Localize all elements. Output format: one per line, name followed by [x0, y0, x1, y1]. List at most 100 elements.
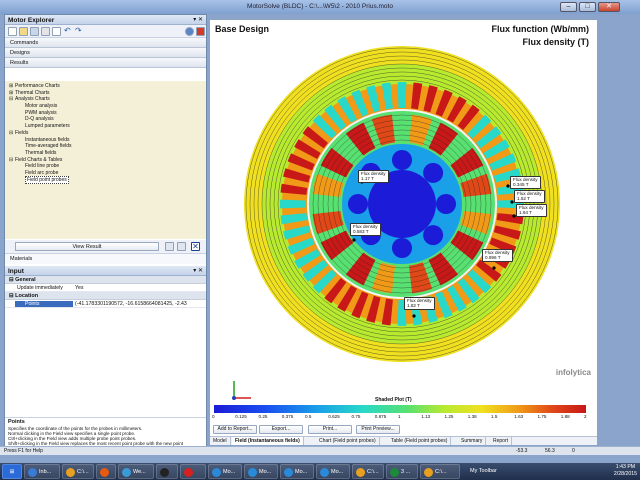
nav-designs[interactable]: Designs — [5, 48, 206, 58]
taskbar-item[interactable]: We... — [118, 464, 154, 479]
group-location[interactable]: ⊟ Location — [5, 292, 206, 300]
add-to-report-button[interactable]: Add to Report... — [213, 425, 257, 434]
explorer-header: Motor Explorer ▾ ✕ — [5, 15, 206, 25]
tab-field[interactable]: Field (Instantaneous fields) — [232, 437, 304, 445]
tab-report[interactable]: Report — [490, 437, 513, 445]
delete-icon[interactable] — [196, 27, 205, 36]
tree-item[interactable]: ⊞ Performance Charts — [5, 83, 206, 90]
probe-label[interactable]: Flux density 0.996 T — [482, 249, 513, 262]
help-icon[interactable] — [185, 27, 194, 36]
clock[interactable]: 1:43 PM 2/28/2015 — [614, 464, 637, 478]
shaded-plot-label: Shaded Plot (T) — [375, 397, 412, 403]
taskbar-item[interactable]: C:\... — [62, 464, 94, 479]
copy-result-icon[interactable] — [165, 242, 174, 251]
probe-label[interactable]: Flux density 1.94 T — [516, 204, 547, 217]
probe-label[interactable]: Flux density 1.52 T — [514, 190, 545, 203]
tree-item[interactable]: Motor analysis — [5, 103, 206, 110]
tree-item-label: PWM analysis — [25, 109, 57, 116]
tree-item[interactable]: ⊟ Fields — [5, 130, 206, 137]
group-general[interactable]: ⊟ General — [5, 276, 206, 284]
view-result-button[interactable]: View Result — [15, 242, 159, 251]
tree-item-label: Analysis Charts — [15, 96, 50, 103]
start-button[interactable]: ⊞ — [2, 464, 22, 479]
tree-item[interactable]: Instantaneous fields — [5, 137, 206, 144]
taskbar-item-label: C:\... — [435, 469, 447, 475]
tree-item[interactable]: PWM analysis — [5, 110, 206, 117]
taskbar-item[interactable] — [180, 464, 206, 479]
my-toolbar-label[interactable]: My Toolbar — [470, 468, 497, 474]
copy-icon[interactable] — [41, 27, 50, 36]
tab-model[interactable]: Model — [210, 437, 231, 445]
taskbar-item-label: C:\... — [367, 469, 379, 475]
status-z: 0 — [572, 448, 575, 454]
tree-item[interactable]: Thermal fields — [5, 150, 206, 157]
tree-item[interactable]: Field point probes — [5, 175, 206, 184]
maximize-button[interactable]: □ — [579, 2, 596, 12]
app-icon — [320, 468, 329, 477]
tab-summary[interactable]: Summary — [458, 437, 487, 445]
tab-table[interactable]: Table (Field point probes) — [388, 437, 452, 445]
tree-item[interactable]: Time-averaged fields — [5, 143, 206, 150]
colorbar-tick: 0.875 — [374, 414, 387, 419]
open-icon[interactable] — [19, 27, 28, 36]
tree-item[interactable]: ⊟ Field Charts & Tables — [5, 157, 206, 164]
rotor-hole — [348, 194, 368, 214]
view-tabs: Model Field (Instantaneous fields) Chart… — [210, 436, 597, 445]
points-row[interactable]: Points (-41.1783301190572, -16.6158664081… — [5, 300, 206, 308]
probe-label[interactable]: Flux density 0.345 T — [510, 176, 541, 189]
nav-results[interactable]: Results — [5, 58, 206, 68]
pin-icon[interactable]: ▾ ✕ — [193, 267, 203, 274]
taskbar-item[interactable]: Mo... — [244, 464, 278, 479]
colorbar-tick: 0.125 — [235, 414, 247, 419]
taskbar-item[interactable]: C:\... — [352, 464, 384, 479]
save-icon[interactable] — [30, 27, 39, 36]
points-field[interactable]: (-41.1783301190572, -16.6158664081425, -… — [75, 301, 187, 307]
taskbar-item[interactable]: Mo... — [280, 464, 314, 479]
app-icon — [122, 468, 131, 477]
explorer-toolbar: ↶ ↷ — [5, 25, 206, 38]
new-icon[interactable] — [8, 27, 17, 36]
tree-item-label: Time-averaged fields — [25, 143, 72, 150]
close-result-icon[interactable]: ✕ — [191, 242, 200, 251]
stator-slot — [397, 82, 407, 109]
minimize-button[interactable]: – — [560, 2, 577, 12]
taskbar-item[interactable]: Inb... — [24, 464, 60, 479]
probe-label[interactable]: Flux density 1.82 T — [404, 297, 435, 310]
redo-icon[interactable]: ↷ — [75, 27, 84, 36]
print-button[interactable]: Print... — [308, 425, 352, 434]
taskbar-item[interactable] — [156, 464, 178, 479]
export-button[interactable]: Export... — [259, 425, 303, 434]
taskbar-item[interactable]: Mo... — [208, 464, 242, 479]
tree-item[interactable]: Field line probe — [5, 163, 206, 170]
close-window-button[interactable]: ✕ — [598, 2, 620, 12]
app-icon — [66, 468, 75, 477]
paste-icon[interactable] — [52, 27, 61, 36]
tree-item-label: Performance Charts — [15, 83, 60, 89]
taskbar-item[interactable] — [96, 464, 116, 479]
colorbar-tick: 1 — [398, 414, 401, 419]
taskbar-item[interactable]: C:\... — [420, 464, 460, 479]
export-result-icon[interactable] — [177, 242, 186, 251]
motor-field-plot[interactable] — [242, 44, 562, 364]
app-icon — [212, 468, 221, 477]
taskbar-item-label: 3 ... — [401, 469, 411, 475]
tree-item[interactable]: ⊟ Analysis Charts — [5, 96, 206, 103]
taskbar-item[interactable]: 3 ... — [386, 464, 418, 479]
tree-item[interactable]: Lumped parameters — [5, 123, 206, 130]
tab-chart[interactable]: Chart (Field point probes) — [316, 437, 380, 445]
tree-item-label: Field Charts & Tables — [15, 156, 63, 163]
print-preview-button[interactable]: Print Preview... — [356, 425, 400, 434]
tree-item[interactable]: ⊞ Thermal Charts — [5, 90, 206, 97]
colorbar-tick: 0.25 — [258, 414, 268, 419]
nav-commands[interactable]: Commands — [5, 38, 206, 48]
pin-icon[interactable]: ▾ ✕ — [193, 16, 203, 23]
update-immediately-row[interactable]: Update immediately Yes — [5, 284, 206, 292]
probe-label[interactable]: Flux density 0.583 T — [350, 223, 381, 236]
taskbar-item-label: Inb... — [39, 469, 52, 475]
taskbar-item[interactable]: Mo... — [316, 464, 350, 479]
probe-label[interactable]: Flux density 1.17 T — [358, 170, 389, 183]
tree-item[interactable]: D-Q analysis — [5, 116, 206, 123]
nav-materials[interactable]: Materials — [5, 253, 206, 264]
undo-icon[interactable]: ↶ — [64, 27, 73, 36]
colorbar-tick: 0.625 — [328, 414, 340, 419]
